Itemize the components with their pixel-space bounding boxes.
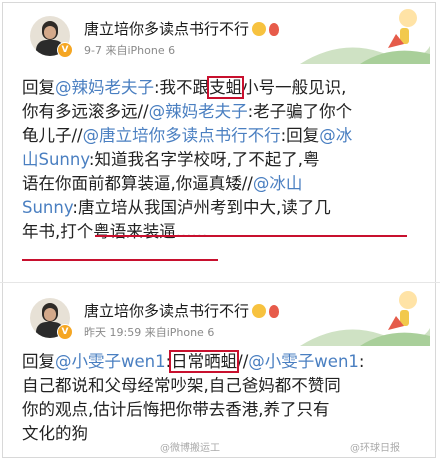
post-text-line: 回复@辣妈老夫子:我不跟支蛆小号一般见识,: [22, 76, 422, 100]
text-segment: :: [358, 352, 365, 371]
post-text: 回复@辣妈老夫子:我不跟支蛆小号一般见识, 你有多远滚多远//@辣妈老夫子:老子骗…: [22, 76, 422, 244]
text-segment: 语在你面前都算装逼,你逼真矮//: [22, 174, 253, 193]
header-scenery-decoration: [300, 291, 430, 346]
grin-emoji-icon: [252, 304, 267, 318]
highlighted-phrase: 支蛆: [207, 76, 245, 99]
balloon-icon: [269, 305, 280, 318]
post-header: V 唐立培你多读点书行不行 昨天 19:59 来自iPhone 6: [0, 282, 440, 348]
post-text: 回复@小雯子wen1:日常晒蛆//@小雯子wen1: 自己都说和父母经常吵架,自己…: [22, 350, 422, 446]
mention-link[interactable]: @辣妈老夫子: [149, 102, 248, 121]
text-segment: 龟儿子//: [22, 126, 83, 145]
mention-link[interactable]: @小雯子wen1: [55, 352, 166, 371]
verified-badge-icon: V: [57, 42, 73, 58]
text-segment: :回复: [280, 126, 320, 145]
text-segment: 自己都说和父母经常吵架,自己爸妈都不赞同: [22, 376, 341, 395]
grin-emoji-icon: [252, 22, 267, 36]
post-text-line: 自己都说和父母经常吵架,自己爸妈都不赞同: [22, 374, 422, 398]
post-meta: 9-7 来自iPhone 6: [84, 44, 176, 57]
post-meta: 昨天 19:59 来自iPhone 6: [84, 326, 215, 339]
mention-link[interactable]: @小雯子wen1: [248, 352, 359, 371]
post-text-line: 你的观点,估计后悔把你带去香港,养了只有: [22, 398, 422, 422]
text-segment: 小号一般见识,: [242, 78, 347, 97]
post-text-line: 语在你面前都算装逼,你逼真矮//@冰山: [22, 172, 422, 196]
text-segment: //: [237, 352, 249, 371]
text-segment: 回复: [22, 78, 55, 97]
weibo-post: V 唐立培你多读点书行不行 9-7 来自iPhone 6 回复@辣妈老夫子:我不…: [0, 0, 440, 282]
text-segment: 你的观点,估计后悔把你带去香港,养了只有: [22, 400, 330, 419]
watermark-right: @环球日报: [350, 443, 400, 454]
username-text[interactable]: 唐立培你多读点书行不行: [84, 20, 249, 38]
post-text-line: 回复@小雯子wen1:日常晒蛆//@小雯子wen1:: [22, 350, 422, 374]
watermark-left: @微博搬运工: [160, 443, 220, 454]
mention-link[interactable]: Sunny: [22, 198, 72, 217]
text-segment: :老子骗了你个: [247, 102, 353, 121]
highlighted-phrase: 日常晒蛆: [169, 350, 240, 373]
balloon-icon: [269, 23, 280, 36]
post-header: V 唐立培你多读点书行不行 9-7 来自iPhone 6: [0, 0, 440, 66]
mention-link[interactable]: @冰: [319, 126, 352, 145]
header-scenery-decoration: [300, 9, 430, 64]
username[interactable]: 唐立培你多读点书行不行: [84, 18, 280, 39]
post-text-line: 你有多远滚多远//@辣妈老夫子:老子骗了你个: [22, 100, 422, 124]
username-text[interactable]: 唐立培你多读点书行不行: [84, 302, 249, 320]
text-segment: 年书,打个粤语来装逼......: [22, 222, 208, 241]
username[interactable]: 唐立培你多读点书行不行: [84, 300, 280, 321]
verified-badge-icon: V: [57, 324, 73, 340]
post-text-line: 山Sunny:知道我名字学校呀,了不起了,粤: [22, 148, 422, 172]
text-segment: 你有多远滚多远//: [22, 102, 149, 121]
highlight-underline: [95, 235, 407, 237]
weibo-post: V 唐立培你多读点书行不行 昨天 19:59 来自iPhone 6 回复@小雯子…: [0, 282, 440, 462]
text-segment: :唐立培从我国泸州考到中大,读了几: [72, 198, 331, 217]
text-segment: :知道我名字学校呀,了不起了,粤: [88, 150, 320, 169]
mention-link[interactable]: @冰山: [253, 174, 303, 193]
text-segment: :我不跟: [154, 78, 210, 97]
post-text-line: 年书,打个粤语来装逼......: [22, 220, 422, 244]
post-text-line: Sunny:唐立培从我国泸州考到中大,读了几: [22, 196, 422, 220]
mention-link[interactable]: 山Sunny: [22, 150, 89, 169]
post-text-line: 龟儿子//@唐立培你多读点书行不行:回复@冰: [22, 124, 422, 148]
highlight-underline: [22, 259, 218, 261]
text-segment: 文化的狗: [22, 424, 88, 443]
mention-link[interactable]: @唐立培你多读点书行不行: [83, 126, 281, 145]
mention-link[interactable]: @辣妈老夫子: [55, 78, 154, 97]
text-segment: 回复: [22, 352, 55, 371]
